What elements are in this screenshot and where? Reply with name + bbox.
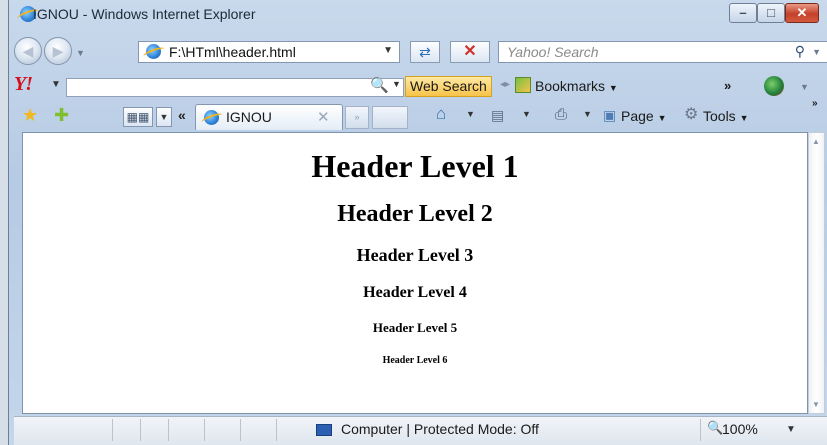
- close-icon: ✕: [796, 5, 808, 20]
- tab-scroll-left-icon[interactable]: «: [178, 107, 186, 123]
- home-dropdown[interactable]: ▼: [466, 109, 475, 119]
- address-dropdown-icon[interactable]: ▼: [383, 45, 393, 56]
- refresh-button[interactable]: ⇄: [410, 41, 440, 63]
- zoom-level[interactable]: 100%: [722, 421, 758, 437]
- status-divider: [140, 419, 141, 441]
- stop-button[interactable]: ✕: [450, 41, 490, 63]
- header-level-5: Header Level 5: [372, 320, 458, 335]
- magnifier-icon: 🔍: [707, 420, 724, 435]
- tools-menu-label: Tools: [703, 108, 736, 124]
- web-search-button[interactable]: Web Search: [405, 76, 492, 97]
- header-level-1: Header Level 1: [311, 148, 519, 184]
- print-icon[interactable]: ⎙: [555, 106, 567, 123]
- maximize-icon: □: [767, 5, 775, 20]
- status-divider: [700, 419, 701, 441]
- tab-close-icon[interactable]: ✕: [317, 108, 330, 126]
- stop-icon: ✕: [463, 43, 477, 60]
- recent-pages-dropdown[interactable]: ▼: [76, 48, 85, 58]
- forward-arrow-icon: ▶: [52, 43, 64, 59]
- search-placeholder: Yahoo! Search: [507, 44, 599, 60]
- close-button[interactable]: ✕: [785, 3, 819, 23]
- status-divider: [168, 419, 169, 441]
- quick-tabs-button[interactable]: ▦▦: [123, 107, 153, 127]
- refresh-icon: ⇄: [419, 44, 431, 60]
- header-level-2: Header Level 2: [337, 201, 493, 227]
- page-menu-button[interactable]: Page ▼: [621, 106, 667, 128]
- quick-tabs-icon: ▦▦: [126, 110, 150, 124]
- address-url: F:\HTml\header.html: [169, 44, 296, 60]
- gear-icon: ⚙: [684, 106, 699, 123]
- tab-label: IGNOU: [226, 109, 272, 125]
- yahoo-search-dropdown[interactable]: ▼: [392, 79, 401, 89]
- maximize-button[interactable]: □: [757, 3, 785, 23]
- feeds-dropdown[interactable]: ▼: [522, 109, 531, 119]
- status-divider: [112, 419, 113, 441]
- yahoo-search-icon[interactable]: 🔍: [370, 76, 389, 94]
- bookmarks-button[interactable]: Bookmarks ▼: [515, 76, 618, 99]
- minimize-button[interactable]: –: [729, 3, 757, 23]
- new-tab-button[interactable]: [372, 106, 408, 129]
- yahoo-logo[interactable]: Y!: [14, 73, 33, 96]
- tools-menu-button[interactable]: Tools ▼: [703, 106, 749, 128]
- status-divider: [240, 419, 241, 441]
- add-favorite-icon[interactable]: ✚: [54, 105, 69, 126]
- back-arrow-icon: ◀: [22, 43, 34, 59]
- yahoo-search-input[interactable]: [66, 78, 404, 97]
- header-level-3: Header Level 3: [356, 245, 474, 265]
- toolbar-options-icon[interactable]: [764, 76, 784, 96]
- command-bar-overflow[interactable]: »: [812, 98, 818, 109]
- status-divider: [204, 419, 205, 441]
- bookmark-icon: [515, 77, 531, 93]
- rss-icon[interactable]: ▤: [491, 107, 504, 124]
- bookmarks-label: Bookmarks: [535, 78, 606, 94]
- page-menu-label: Page: [621, 108, 654, 124]
- tab-list-dropdown[interactable]: ▼: [156, 107, 172, 127]
- tab-favicon-icon: [204, 110, 219, 125]
- vertical-scrollbar[interactable]: ▲ ▼: [808, 132, 825, 414]
- toolbar-options-dropdown[interactable]: ▼: [800, 82, 809, 92]
- status-divider: [276, 419, 277, 441]
- security-zone-status[interactable]: Computer | Protected Mode: Off: [341, 421, 539, 437]
- scroll-down-icon[interactable]: ▼: [812, 400, 820, 409]
- search-options-dropdown[interactable]: ▼: [812, 47, 821, 57]
- computer-icon: [316, 424, 332, 436]
- yahoo-menu-dropdown[interactable]: ▼: [51, 79, 61, 90]
- toolbar-separator-icon: ◂▸: [500, 79, 511, 90]
- header-level-6: Header Level 6: [382, 355, 448, 366]
- address-field[interactable]: F:\HTml\header.html ▼: [138, 41, 400, 63]
- favorites-star-icon[interactable]: ★: [22, 105, 38, 126]
- header-level-4: Header Level 4: [363, 284, 467, 301]
- title-bar: IGNOU - Windows Internet Explorer – □ ✕: [0, 0, 819, 30]
- tab-ignou[interactable]: IGNOU ✕: [195, 104, 343, 130]
- forward-button[interactable]: ▶: [44, 37, 72, 65]
- page-icon: ▣: [603, 107, 617, 123]
- tab-scroll-right[interactable]: »: [345, 106, 369, 129]
- zoom-dropdown[interactable]: ▼: [786, 424, 796, 435]
- page-favicon-icon: [146, 44, 161, 59]
- print-dropdown[interactable]: ▼: [583, 109, 592, 119]
- back-button[interactable]: ◀: [14, 37, 42, 65]
- yahoo-toolbar-overflow[interactable]: »: [724, 78, 731, 93]
- search-input[interactable]: Yahoo! Search ⚲ ▼: [498, 41, 827, 63]
- search-icon[interactable]: ⚲: [795, 43, 805, 60]
- home-icon[interactable]: ⌂: [436, 104, 446, 124]
- scroll-up-icon[interactable]: ▲: [812, 137, 820, 146]
- window-title: IGNOU - Windows Internet Explorer: [33, 6, 256, 22]
- minimize-icon: –: [739, 5, 747, 20]
